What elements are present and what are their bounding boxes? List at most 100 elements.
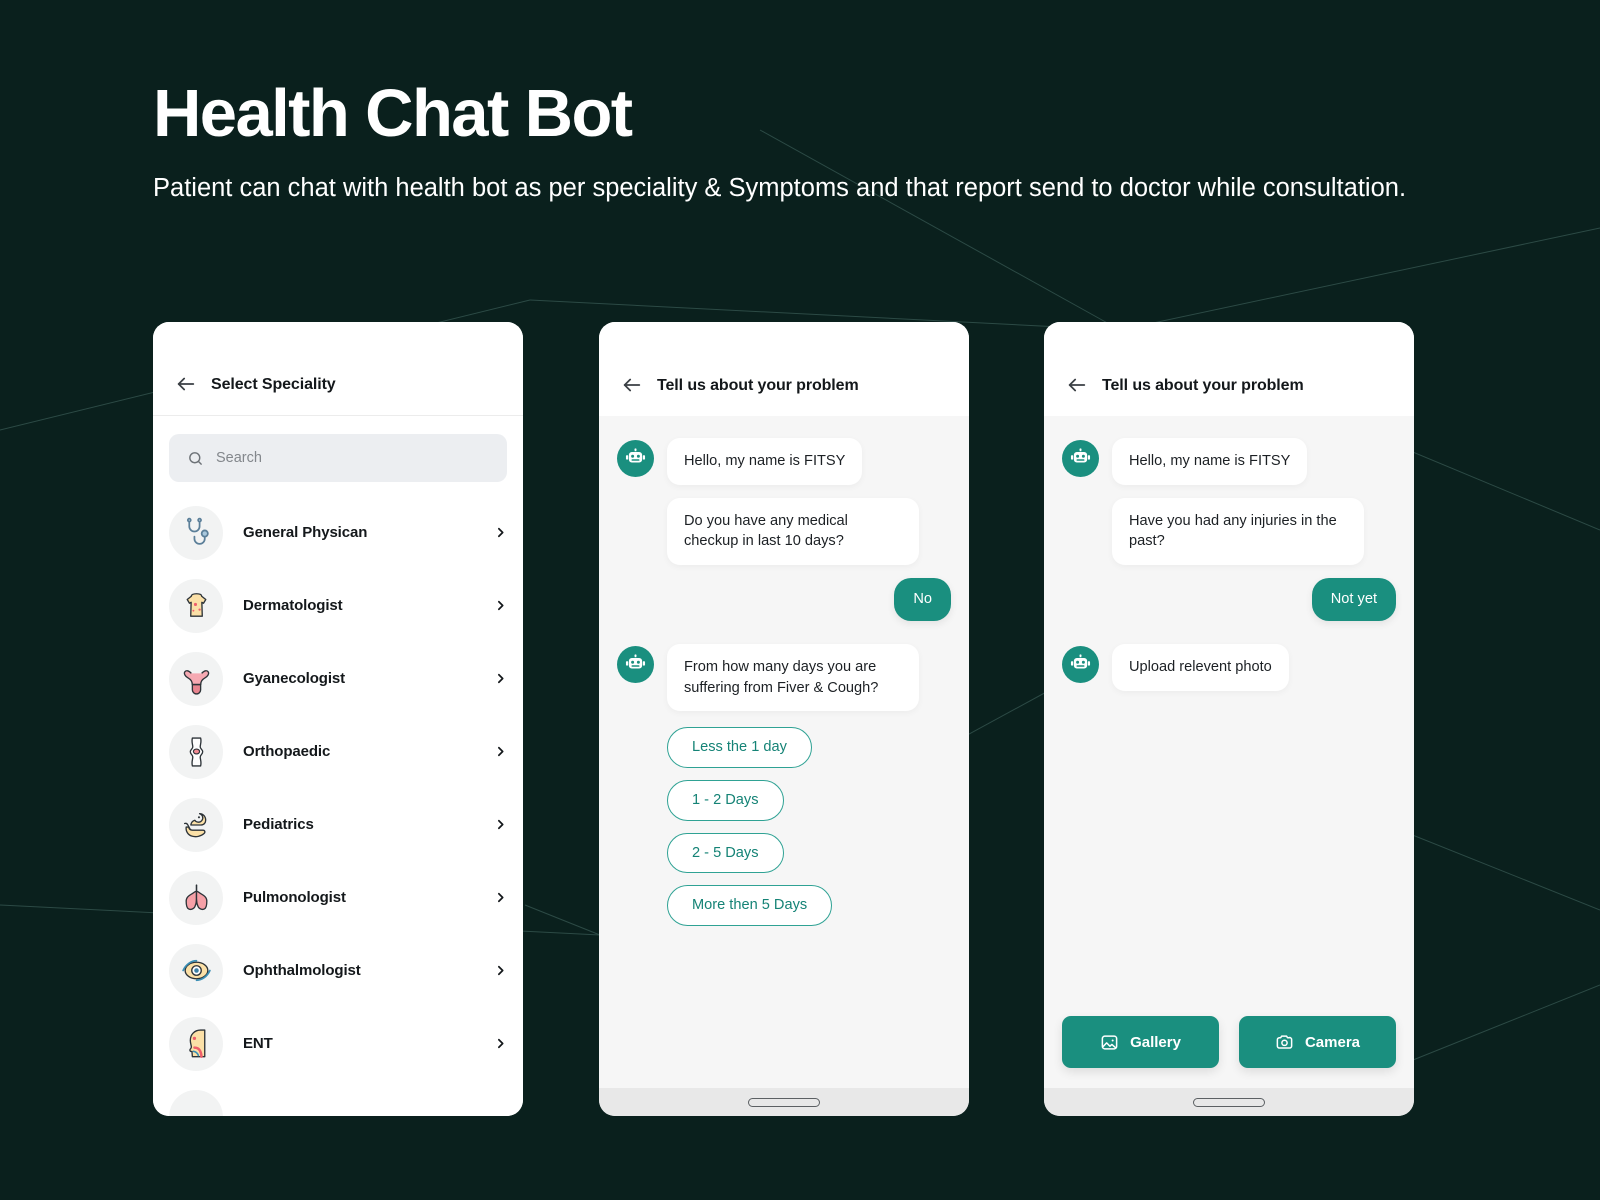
arrow-left-icon[interactable] [1066, 374, 1088, 396]
stethoscope-icon [186, 517, 209, 545]
chevron-right-icon[interactable] [494, 672, 507, 685]
search-placeholder: Search [216, 450, 262, 466]
screen2-title: Tell us about your problem [657, 377, 859, 394]
home-indicator[interactable] [1193, 1097, 1265, 1107]
hero-section: Health Chat Bot Patient can chat with he… [153, 78, 1453, 208]
list-item-label: Pulmonologist [243, 889, 346, 906]
list-item[interactable]: Dermatologist [169, 569, 507, 642]
lungs-icon [185, 884, 207, 911]
home-indicator-bar [599, 1088, 969, 1116]
page-subtitle: Patient can chat with health bot as per … [153, 174, 1407, 203]
bot-message-bubble: Hello, my name is FITSY [1112, 438, 1308, 485]
head-throat-icon [188, 1029, 205, 1058]
arrow-left-icon[interactable] [175, 373, 197, 395]
speciality-list-body: Search General Physican Dermatologist Gy… [153, 416, 523, 1116]
speciality-avatar [169, 870, 223, 925]
message-row: Do you have any medical checkup in last … [617, 497, 951, 566]
list-item-label: Ophthalmologist [243, 962, 361, 979]
phone-screen-select-speciality: Select Speciality Search General Physica… [153, 322, 523, 1116]
message-row: No [617, 578, 951, 621]
bot-message-bubble: From how many days you are suffering fro… [667, 643, 919, 712]
chevron-right-icon[interactable] [494, 745, 507, 758]
gallery-button[interactable]: Gallery [1062, 1016, 1219, 1068]
user-message-bubble: No [894, 578, 951, 621]
message-row: Upload relevent photo [1062, 643, 1396, 691]
speciality-avatar [169, 578, 223, 633]
list-item[interactable]: Ophthalmologist [169, 934, 507, 1007]
option-chip[interactable]: 1 - 2 Days [667, 779, 784, 821]
arrow-left-icon[interactable] [621, 374, 643, 396]
screen1-header: Select Speciality [153, 322, 523, 416]
gallery-label: Gallery [1130, 1033, 1181, 1051]
home-indicator[interactable] [748, 1097, 820, 1107]
skin-torso-icon [186, 593, 206, 617]
chevron-right-icon[interactable] [494, 599, 507, 612]
chat-message-list-3: Hello, my name is FITSY Have you had any… [1044, 416, 1414, 1088]
speciality-avatar [169, 505, 223, 560]
speciality-avatar [169, 943, 223, 998]
list-item-label: Dermatologist [243, 597, 343, 614]
message-row: Hello, my name is FITSY [617, 438, 951, 485]
message-row: Not yet [1062, 578, 1396, 621]
speciality-avatar [169, 724, 223, 779]
list-item[interactable]: ENT [169, 1007, 507, 1080]
baby-in-hands-icon [183, 813, 206, 838]
bot-message-bubble: Do you have any medical checkup in last … [667, 497, 919, 566]
robot-icon [617, 440, 654, 477]
list-item-label: Gyanecologist [243, 670, 346, 687]
chevron-right-icon[interactable] [494, 1037, 507, 1050]
camera-button[interactable]: Camera [1239, 1016, 1396, 1068]
page-title: Health Chat Bot [153, 76, 633, 151]
search-input[interactable]: Search [169, 434, 507, 482]
list-item[interactable]: Pulmonologist [169, 861, 507, 934]
message-row: Hello, my name is FITSY [1062, 438, 1396, 485]
chevron-right-icon[interactable] [494, 891, 507, 904]
robot-icon [1062, 645, 1099, 683]
knee-joint-icon [189, 737, 203, 767]
user-message-bubble: Not yet [1311, 578, 1396, 621]
speciality-avatar [169, 797, 223, 852]
screen1-title: Select Speciality [211, 376, 336, 393]
bot-message-bubble: Have you had any injuries in the past? [1112, 497, 1364, 566]
bot-message-bubble: Hello, my name is FITSY [667, 438, 863, 485]
camera-label: Camera [1304, 1033, 1361, 1051]
robot-icon [1062, 440, 1099, 477]
option-chip[interactable]: More then 5 Days [667, 885, 833, 926]
camera-icon [1276, 1034, 1293, 1049]
option-chip[interactable]: Less the 1 day [667, 727, 812, 768]
eye-icon [181, 959, 211, 982]
screen3-title: Tell us about your problem [1102, 377, 1304, 394]
speciality-avatar [169, 1016, 223, 1071]
list-item-label: General Physican [243, 524, 368, 541]
speciality-list: General Physican Dermatologist Gyanecolo… [153, 482, 523, 1116]
quick-reply-options: Less the 1 day 1 - 2 Days 2 - 5 Days Mor… [617, 727, 951, 926]
chevron-right-icon[interactable] [494, 964, 507, 977]
list-item[interactable]: Pediatrics [169, 788, 507, 861]
search-wrapper: Search [153, 416, 523, 482]
chat-message-list-2: Hello, my name is FITSY Do you have any … [599, 416, 969, 1088]
chevron-right-icon[interactable] [494, 526, 507, 539]
robot-icon [617, 645, 654, 683]
list-item-label: ENT [243, 1035, 273, 1052]
screen2-header: Tell us about your problem [599, 322, 969, 416]
uterus-icon [183, 670, 209, 695]
list-item[interactable]: Gyanecologist [169, 642, 507, 715]
home-indicator-bar [1044, 1088, 1414, 1116]
phone-screen-chat-symptoms: Tell us about your problem Hello, my nam… [599, 322, 969, 1116]
upload-action-bar: Gallery Camera [1062, 1016, 1396, 1088]
list-item-partial[interactable] [169, 1080, 507, 1116]
screen3-header: Tell us about your problem [1044, 322, 1414, 416]
list-item-label: Pediatrics [243, 816, 314, 833]
message-row: From how many days you are suffering fro… [617, 643, 951, 712]
chevron-right-icon[interactable] [494, 818, 507, 831]
list-item[interactable]: Orthopaedic [169, 715, 507, 788]
phone-screen-chat-upload: Tell us about your problem Hello, my nam… [1044, 322, 1414, 1116]
list-item[interactable]: General Physican [169, 496, 507, 569]
speciality-avatar [169, 1089, 223, 1116]
message-row: Have you had any injuries in the past? [1062, 497, 1396, 566]
bot-message-bubble: Upload relevent photo [1112, 643, 1289, 691]
list-item-label: Orthopaedic [243, 743, 331, 760]
option-chip[interactable]: 2 - 5 Days [667, 832, 784, 874]
image-icon [1101, 1034, 1118, 1050]
speciality-avatar [169, 651, 223, 706]
